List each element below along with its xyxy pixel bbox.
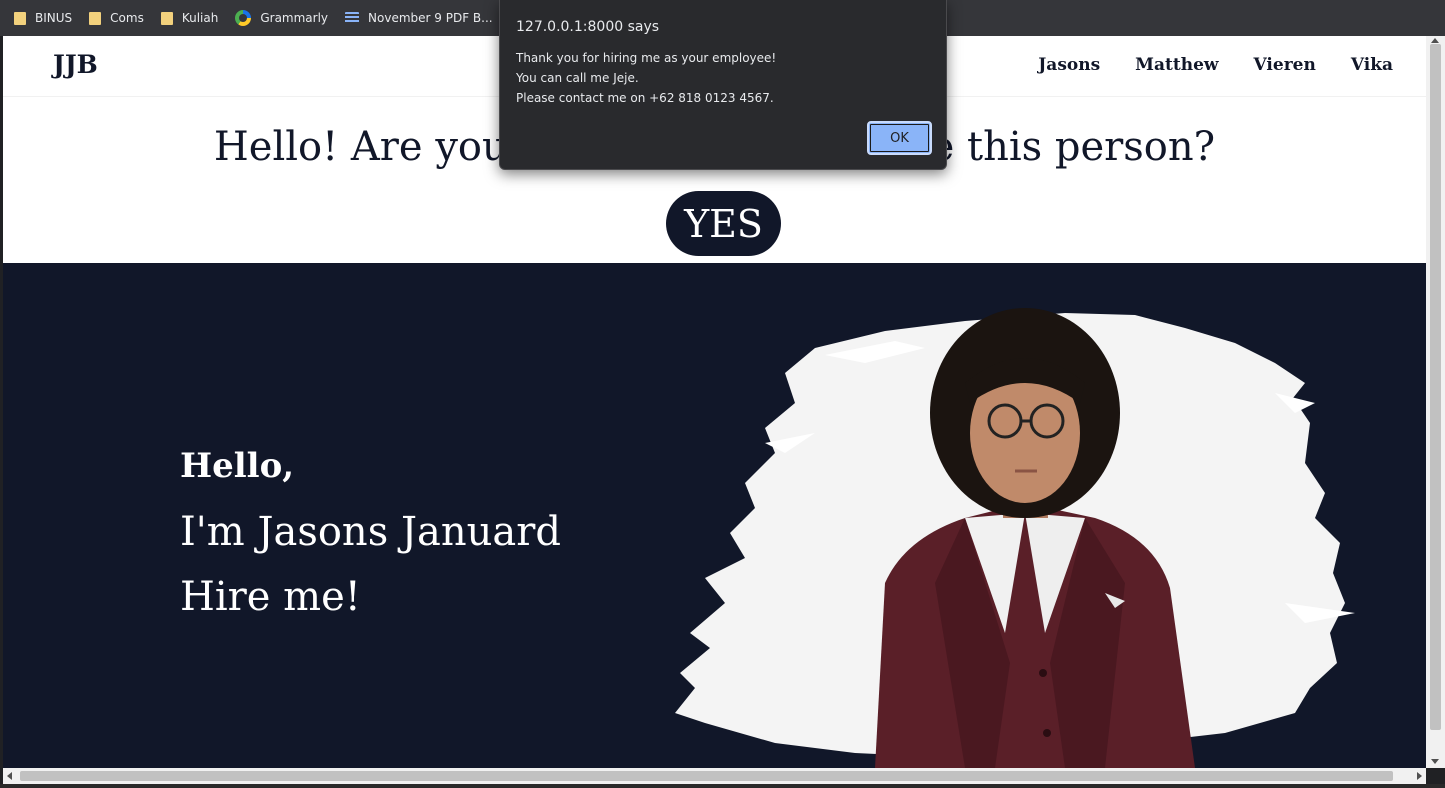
- horizontal-scroll-thumb[interactable]: [20, 771, 1393, 781]
- folder-icon: [89, 11, 102, 25]
- horizontal-scrollbar[interactable]: [3, 768, 1426, 784]
- bookmark-label: Kuliah: [181, 11, 219, 25]
- scroll-left-icon[interactable]: [7, 772, 12, 780]
- bookmark-coms[interactable]: Coms: [89, 11, 144, 25]
- window-bottom-edge: [0, 784, 1445, 788]
- nav-link-jasons[interactable]: Jasons: [1038, 55, 1100, 75]
- bookmark-binus[interactable]: BINUS: [14, 11, 72, 25]
- nav-link-vieren[interactable]: Vieren: [1254, 55, 1316, 75]
- bookmark-kuliah[interactable]: Kuliah: [160, 11, 219, 25]
- alert-message: Thank you for hiring me as your employee…: [516, 48, 776, 108]
- hero-name: I'm Jasons Januard: [180, 509, 561, 555]
- alert-title: 127.0.0.1:8000 says: [516, 19, 660, 35]
- scroll-up-icon[interactable]: [1431, 38, 1439, 43]
- alert-line: Please contact me on +62 818 0123 4567.: [516, 91, 774, 105]
- alert-dialog: 127.0.0.1:8000 says Thank you for hiring…: [499, 0, 947, 170]
- bookmark-november-pdf[interactable]: November 9 PDF B...: [345, 11, 493, 25]
- bookmark-label: Grammarly: [260, 11, 329, 25]
- ok-button[interactable]: OK: [867, 121, 932, 155]
- hero-cta: Hire me!: [180, 574, 361, 620]
- bookmark-grammarly[interactable]: Grammarly: [235, 10, 328, 26]
- grammarly-icon: [235, 10, 252, 26]
- site-logo[interactable]: JJB: [53, 50, 98, 79]
- vertical-scroll-thumb[interactable]: [1430, 44, 1441, 730]
- folder-icon: [160, 11, 173, 25]
- folder-icon: [14, 11, 26, 25]
- yes-button[interactable]: YES: [666, 191, 781, 256]
- bookmark-label: BINUS: [35, 11, 73, 25]
- hero-text: Hello, I'm Jasons Januard Hire me!: [180, 446, 561, 621]
- hero-section: Hello, I'm Jasons Januard Hire me!: [3, 263, 1426, 768]
- nav-link-matthew[interactable]: Matthew: [1135, 55, 1218, 75]
- profile-photo: [675, 308, 1355, 768]
- nav-links: Jasons Matthew Vieren Vika: [1003, 55, 1393, 75]
- scroll-down-icon[interactable]: [1431, 759, 1439, 764]
- scroll-right-icon[interactable]: [1417, 772, 1422, 780]
- alert-line: You can call me Jeje.: [516, 71, 639, 85]
- nav-link-vika[interactable]: Vika: [1351, 55, 1393, 75]
- layers-icon: [345, 12, 360, 24]
- alert-line: Thank you for hiring me as your employee…: [516, 51, 777, 65]
- hero-greeting: Hello,: [180, 446, 295, 486]
- vertical-scrollbar[interactable]: [1426, 36, 1445, 768]
- bookmark-label: Coms: [110, 11, 144, 25]
- bookmark-label: November 9 PDF B...: [368, 11, 493, 25]
